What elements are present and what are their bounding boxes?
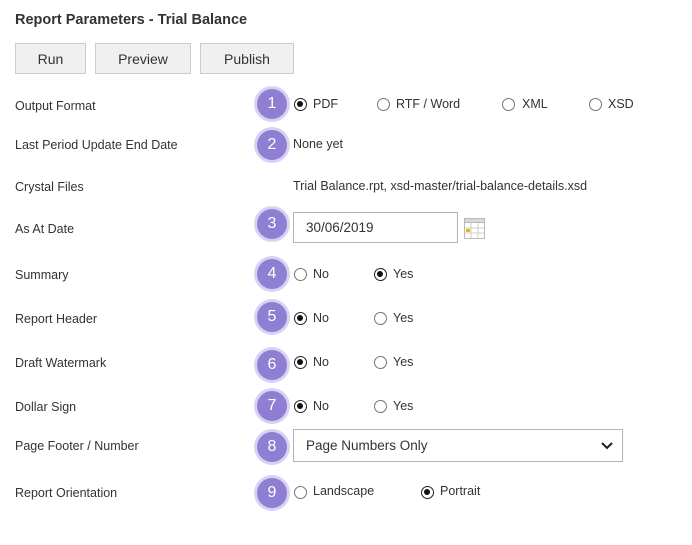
step-badge-6: 6 — [257, 350, 287, 380]
step-badge-2: 2 — [257, 130, 287, 160]
orientation-landscape-radio[interactable] — [294, 486, 307, 499]
step-badge-1: 1 — [257, 89, 287, 119]
summary-no-radio[interactable] — [294, 268, 307, 281]
output-format-rtf-label: RTF / Word — [396, 97, 461, 111]
page-title: Report Parameters - Trial Balance — [15, 12, 248, 28]
draft-watermark-label: Draft Watermark — [15, 356, 107, 370]
report-header-no-radio[interactable] — [294, 312, 307, 325]
crystal-files-value: Trial Balance.rpt, xsd-master/trial-bala… — [293, 179, 588, 193]
orientation-portrait-radio[interactable] — [421, 486, 434, 499]
page-footer-label: Page Footer / Number — [15, 439, 139, 453]
last-period-value: None yet — [293, 137, 344, 151]
step-badge-3: 3 — [257, 209, 287, 239]
step-badge-7: 7 — [257, 391, 287, 421]
output-format-label: Output Format — [15, 99, 96, 113]
orientation-landscape-label: Landscape — [313, 484, 375, 498]
dollar-sign-yes-label: Yes — [393, 399, 414, 413]
output-format-xml-radio[interactable] — [502, 98, 515, 111]
output-format-xml-label: XML — [522, 97, 548, 111]
dollar-sign-yes-radio[interactable] — [374, 400, 387, 413]
output-format-xsd-label: XSD — [608, 97, 634, 111]
summary-label: Summary — [15, 268, 69, 282]
draft-watermark-no-radio[interactable] — [294, 356, 307, 369]
as-at-date-label: As At Date — [15, 222, 75, 236]
summary-yes-label: Yes — [393, 267, 414, 281]
report-header-yes-label: Yes — [393, 311, 414, 325]
step-badge-8: 8 — [257, 432, 287, 462]
report-header-yes-radio[interactable] — [374, 312, 387, 325]
chevron-down-icon — [601, 442, 613, 450]
step-badge-4: 4 — [257, 259, 287, 289]
summary-yes-radio[interactable] — [374, 268, 387, 281]
report-header-label: Report Header — [15, 312, 97, 326]
dollar-sign-no-radio[interactable] — [294, 400, 307, 413]
calendar-icon[interactable] — [464, 218, 485, 239]
publish-button[interactable]: Publish — [200, 43, 294, 74]
dollar-sign-no-label: No — [313, 399, 329, 413]
page-footer-select[interactable]: Page Numbers Only — [293, 429, 623, 462]
draft-watermark-yes-label: Yes — [393, 355, 414, 369]
step-badge-9: 9 — [257, 478, 287, 508]
output-format-pdf-radio[interactable] — [294, 98, 307, 111]
preview-button[interactable]: Preview — [95, 43, 191, 74]
orientation-portrait-label: Portrait — [440, 484, 481, 498]
run-button[interactable]: Run — [15, 43, 86, 74]
report-header-no-label: No — [313, 311, 329, 325]
dollar-sign-label: Dollar Sign — [15, 400, 77, 414]
report-orientation-label: Report Orientation — [15, 486, 118, 500]
summary-no-label: No — [313, 267, 329, 281]
output-format-rtf-radio[interactable] — [377, 98, 390, 111]
as-at-date-input[interactable]: 30/06/2019 — [293, 212, 458, 243]
draft-watermark-no-label: No — [313, 355, 329, 369]
crystal-files-label: Crystal Files — [15, 180, 84, 194]
output-format-pdf-label: PDF — [313, 97, 338, 111]
page-footer-selected-value: Page Numbers Only — [306, 438, 428, 453]
output-format-xsd-radio[interactable] — [589, 98, 602, 111]
step-badge-5: 5 — [257, 302, 287, 332]
last-period-label: Last Period Update End Date — [15, 138, 178, 152]
draft-watermark-yes-radio[interactable] — [374, 356, 387, 369]
